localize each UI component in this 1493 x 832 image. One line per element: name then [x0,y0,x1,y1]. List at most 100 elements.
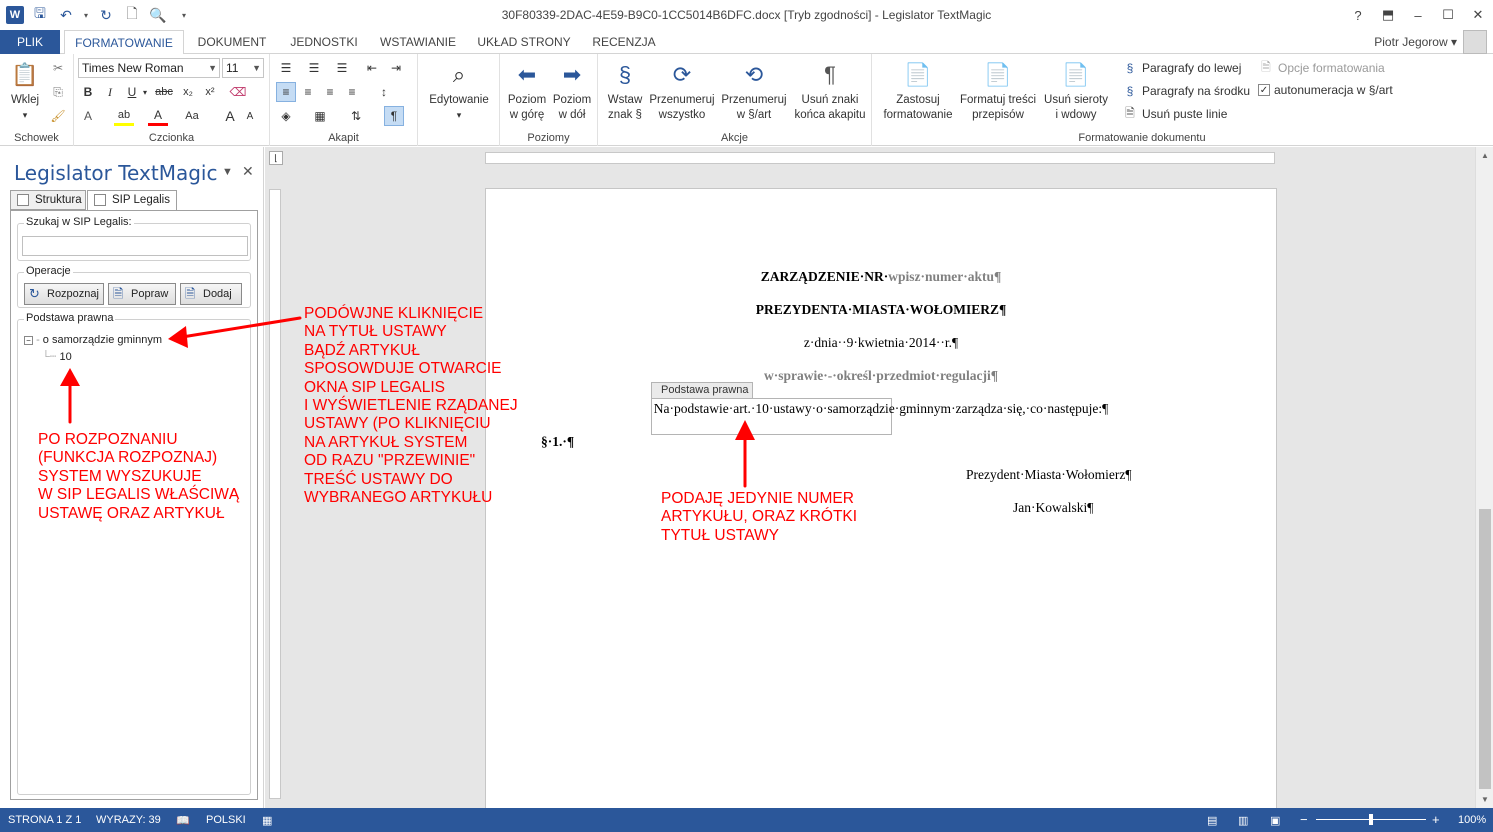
underline-button[interactable]: U [122,82,142,102]
macro-icon[interactable]: ▦ [262,814,272,827]
vertical-ruler[interactable] [269,189,281,799]
tab-structure[interactable]: Struktura [10,190,86,210]
sort-icon[interactable]: ⇅ [346,106,366,126]
restore-button[interactable]: ☐ [1433,0,1463,30]
clear-formatting-icon[interactable]: ⌫ [228,82,248,102]
shrink-font-icon[interactable]: A [240,106,260,126]
tab-selector[interactable]: ⌊ [269,151,283,165]
font-color-icon[interactable]: A [148,106,168,126]
doc-basis-line[interactable]: Na·podstawie·art.·10·ustawy·o·samorządzi… [486,401,1276,417]
collapse-icon[interactable]: − [24,336,33,345]
align-center-icon[interactable]: ≡ [298,82,318,102]
copy-button[interactable]: ⎘ [50,84,66,100]
tab-sip-legalis[interactable]: SIP Legalis [87,190,177,211]
redo-icon[interactable]: ↻ [96,5,116,25]
zoom-level[interactable]: 100% [1458,814,1486,826]
justify-icon[interactable]: ≡ [342,82,362,102]
tab-document[interactable]: DOKUMENT [190,30,274,54]
search-input[interactable] [22,236,248,256]
level-up-button[interactable]: ⬅ Poziom w górę [504,58,550,123]
doc-issuer-line[interactable]: PREZYDENTA·MIASTA·WOŁOMIERZ¶ [486,302,1276,318]
undo-icon[interactable]: ↶ [56,5,76,25]
decrease-indent-icon[interactable]: ⇤ [362,58,382,78]
autonumbering-checkbox[interactable]: ✓ autonumeracja w §/art [1258,83,1393,97]
italic-button[interactable]: I [100,82,120,102]
text-effects-icon[interactable]: A [78,106,98,126]
page-count[interactable]: STRONA 1 Z 1 [8,814,81,826]
font-name-select[interactable]: Times New Roman ▼ [78,58,220,78]
tree-root-item[interactable]: − - o samorządzie gminnym [24,334,162,346]
change-case-icon[interactable]: Aa [182,106,202,126]
zoom-out-icon[interactable]: − [1300,812,1308,827]
strikethrough-button[interactable]: abc [154,82,174,102]
remove-empty-lines-button[interactable]: 🗎 Usuń puste linie [1122,106,1227,122]
recognize-button[interactable]: ↻ Rozpoznaj [24,283,104,305]
line-spacing-icon[interactable]: ↕ [374,82,394,102]
show-formatting-marks-icon[interactable]: ¶ [384,106,404,126]
zoom-in-icon[interactable]: + [1432,812,1440,827]
tab-file[interactable]: PLIK [0,30,60,54]
align-right-icon[interactable]: ≡ [320,82,340,102]
apply-formatting-button[interactable]: 📄 Zastosuj formatowanie [876,58,960,123]
language[interactable]: POLSKI [206,814,246,826]
level-down-button[interactable]: ➡ Poziom w dół [550,58,594,123]
horizontal-ruler[interactable] [485,152,1275,164]
minimize-button[interactable]: – [1403,0,1433,30]
new-document-icon[interactable]: 🗋 [122,5,142,25]
zoom-slider-knob[interactable] [1369,814,1373,825]
increase-indent-icon[interactable]: ⇥ [386,58,406,78]
tab-page-layout[interactable]: UKŁAD STRONY [472,30,576,54]
superscript-button[interactable]: x² [200,82,220,102]
remove-orphans-button[interactable]: 📄 Usuń sieroty i wdowy [1038,58,1114,123]
read-mode-icon[interactable]: ▤ [1207,814,1217,827]
scroll-thumb[interactable] [1479,509,1491,789]
underline-dropdown[interactable]: ▾ [140,82,150,102]
tab-units[interactable]: JEDNOSTKI [282,30,366,54]
vertical-scrollbar[interactable]: ▲ ▼ [1475,147,1493,808]
bullets-icon[interactable]: ☰ [276,58,296,78]
close-button[interactable]: ✕ [1463,0,1493,30]
multilevel-list-icon[interactable]: ☰ [332,58,352,78]
proofing-icon[interactable]: 📖 [176,814,190,827]
content-control-tag[interactable]: Podstawa prawna [651,382,754,399]
doc-signer-title[interactable]: Prezydent·Miasta·Wołomierz¶ [966,467,1131,483]
tab-formatting[interactable]: FORMATOWANIE [64,30,184,55]
paste-button[interactable]: 📋 Wklej ▾ [4,58,46,123]
user-name[interactable]: Piotr Jegorow ▾ [1374,30,1457,54]
tab-insert[interactable]: WSTAWIANIE [372,30,464,54]
paragraphs-left-button[interactable]: § Paragrafy do lewej [1122,60,1242,76]
scroll-up-icon[interactable]: ▲ [1481,151,1489,160]
grow-font-icon[interactable]: A [220,106,240,126]
web-layout-icon[interactable]: ▣ [1270,814,1280,827]
cut-button[interactable]: ✂ [50,60,66,76]
ribbon-display-button[interactable]: ⬒ [1373,0,1403,30]
add-button[interactable]: 🗎 Dodaj [180,283,242,305]
fix-button[interactable]: 🗎 Popraw [108,283,176,305]
format-content-button[interactable]: 📄 Formatuj treści przepisów [956,58,1040,123]
document-page[interactable]: ZARZĄDZENIE·NR·wpisz·numer·aktu¶ PREZYDE… [485,188,1277,818]
font-size-select[interactable]: 11 ▼ [222,58,264,78]
format-painter-button[interactable]: 🖌 [50,108,66,124]
doc-section-line[interactable]: §·1.·¶ [541,434,1276,450]
tab-review[interactable]: RECENZJA [586,30,662,54]
renumber-art-button[interactable]: ⟲ Przenumeruj w §/art [718,58,790,123]
undo-dropdown-icon[interactable]: ▾ [82,5,90,25]
highlight-icon[interactable]: ab [114,106,134,126]
numbering-icon[interactable]: ☰ [304,58,324,78]
align-left-icon[interactable]: ≡ [276,82,296,102]
paragraphs-center-button[interactable]: § Paragrafy na środku [1122,83,1250,99]
scroll-down-icon[interactable]: ▼ [1481,795,1489,804]
insert-section-button[interactable]: § Wstaw znak § [602,58,648,123]
bold-button[interactable]: B [78,82,98,102]
subscript-button[interactable]: x₂ [178,82,198,102]
doc-title-line[interactable]: ZARZĄDZENIE·NR·wpisz·numer·aktu¶ [486,269,1276,285]
shading-icon[interactable]: ◈ [276,106,296,126]
doc-date-line[interactable]: z·dnia··9·kwietnia·2014··r.¶ [486,335,1276,351]
borders-icon[interactable]: ▦ [310,106,330,126]
help-button[interactable]: ? [1343,0,1373,30]
print-preview-icon[interactable]: 🔍 [148,5,168,25]
act-number-placeholder[interactable]: wpisz·numer·aktu [888,269,994,284]
editing-button[interactable]: ⌕ Edytowanie ▾ [422,58,496,123]
pane-close-icon[interactable]: ✕ [242,163,254,180]
doc-signer-name[interactable]: Jan·Kowalski¶ [1013,500,1093,516]
